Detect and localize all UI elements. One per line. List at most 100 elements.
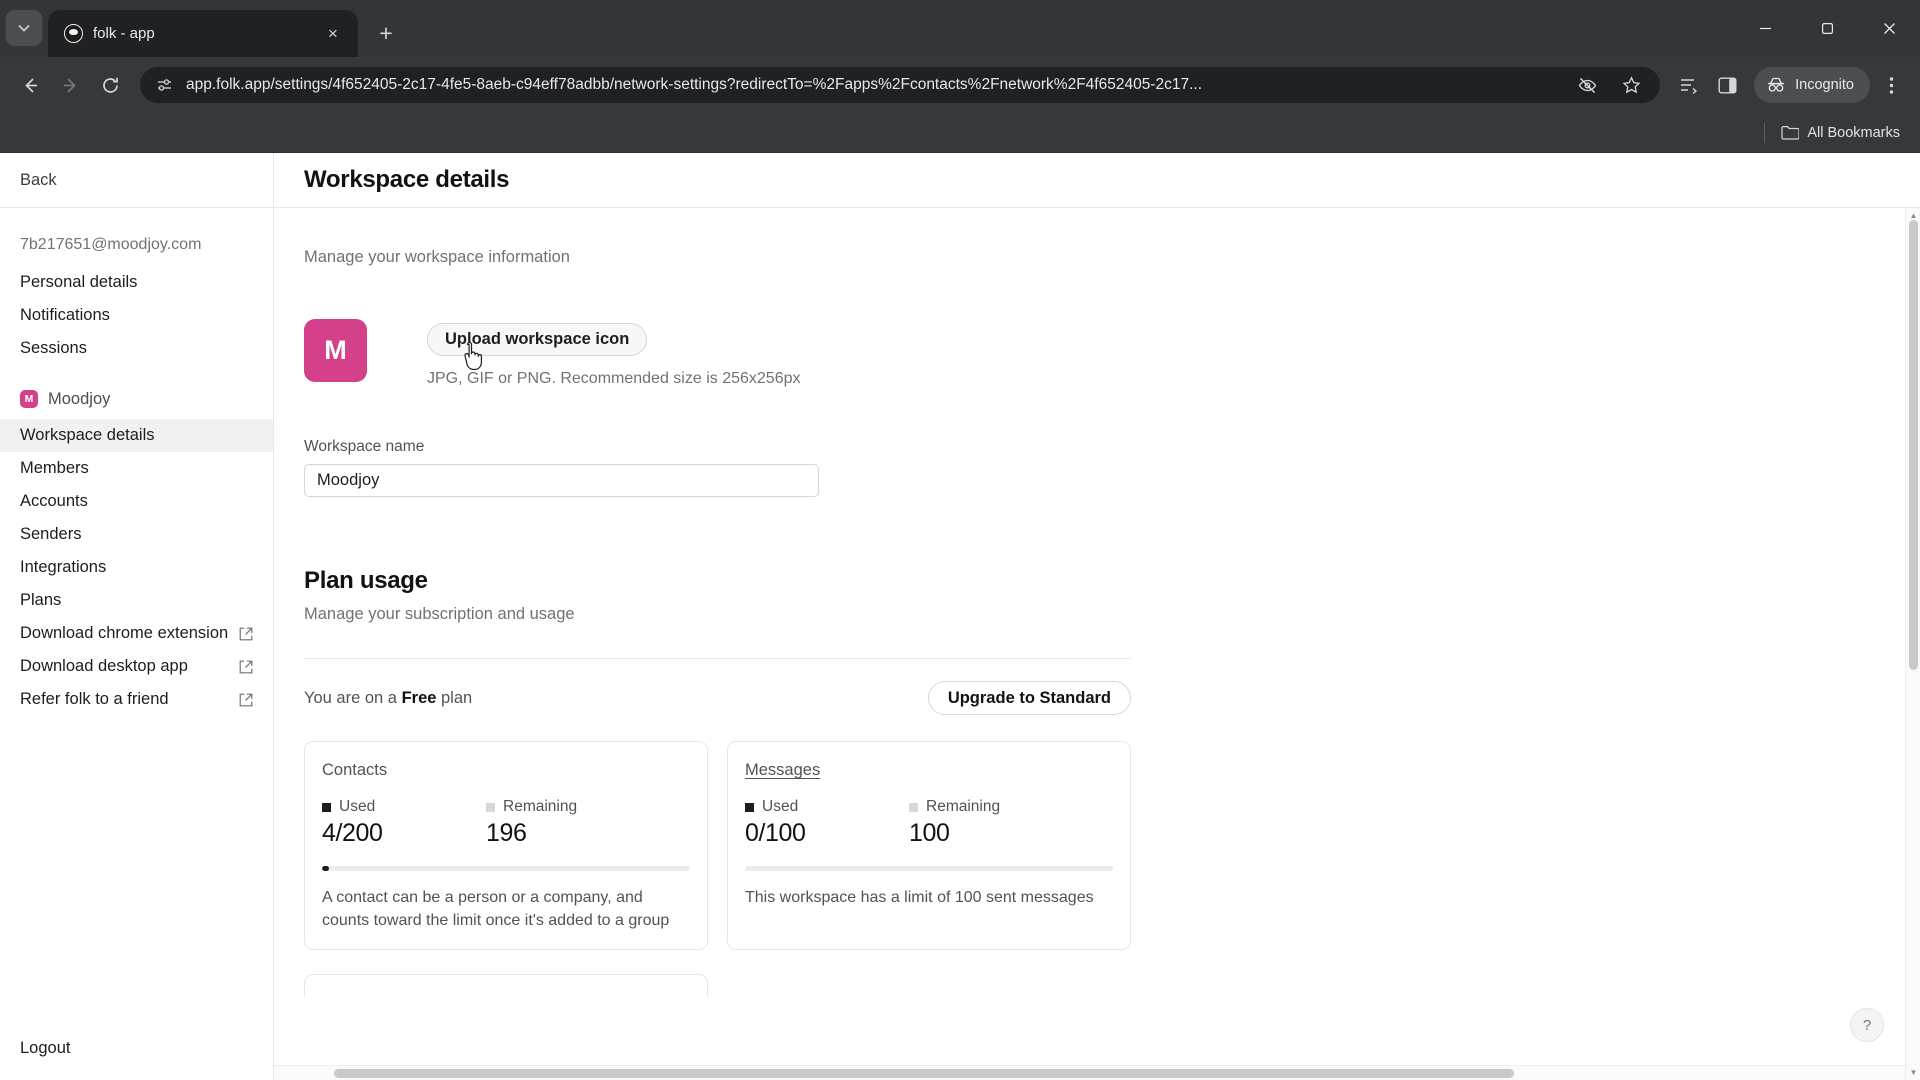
incognito-indicator[interactable]: Incognito [1754,67,1870,103]
workspace-icon-row: M Upload workspace icon JPG, GIF or PNG.… [304,319,1504,388]
usage-progress-fill [322,866,329,871]
sidebar-item-refer-folk-to-a-friend[interactable]: Refer folk to a friend [0,683,273,716]
chrome-menu-button[interactable] [1874,68,1908,102]
main-scroll-area[interactable]: Manage your workspace information M Uplo… [274,208,1920,1080]
account-email: 7b217651@moodjoy.com [0,230,273,266]
close-tab-icon[interactable]: × [320,21,346,47]
sidebar-item-members[interactable]: Members [0,452,273,485]
browser-tab[interactable]: folk - app × [48,10,358,57]
metric-value: 4/200 [322,819,486,848]
workspace-name-input[interactable] [304,464,819,497]
metric-label: Remaining [926,798,1000,816]
horizontal-scrollbar-thumb[interactable] [334,1069,1514,1078]
vertical-scrollbar-thumb[interactable] [1909,220,1918,670]
vertical-scrollbar[interactable]: ▲ ▼ [1905,208,1920,1080]
plan-status-row: You are on a Free plan Upgrade to Standa… [304,681,1131,715]
bookmark-star-icon[interactable] [1614,68,1648,102]
sidebar-item-label: Senders [20,525,81,544]
minimize-button[interactable] [1734,0,1796,57]
back-button[interactable] [12,67,48,103]
new-tab-button[interactable]: + [368,15,404,51]
scroll-down-arrow-icon[interactable]: ▼ [1906,1065,1920,1080]
arrow-left-icon [21,76,40,95]
forward-button[interactable] [52,67,88,103]
workspace-name-label-text: Workspace name [304,438,1504,456]
external-link-icon [239,660,253,674]
sidebar-nav: 7b217651@moodjoy.com Personal details No… [0,208,273,1039]
side-panel-button[interactable] [1710,68,1744,102]
sidebar-item-label: Personal details [20,273,137,292]
sidebar-item-personal-details[interactable]: Personal details [0,266,273,299]
sidebar-item-label: Download chrome extension [20,624,228,643]
sidebar-item-label: Notifications [20,306,110,325]
workspace-avatar-icon: M [20,390,38,408]
close-window-button[interactable] [1858,0,1920,57]
usage-metrics: Used 0/100 Remaining 100 [745,798,1113,848]
upload-hint: JPG, GIF or PNG. Recommended size is 256… [427,370,800,388]
usage-card-messages: Messages Used 0/100 [727,741,1131,950]
upload-workspace-icon-button[interactable]: Upload workspace icon [427,323,647,356]
plan-suffix: plan [436,689,472,707]
account-nav-list: Personal details Notifications Sessions [0,266,273,365]
bookmarks-bar: All Bookmarks [0,113,1920,153]
address-bar[interactable]: app.folk.app/settings/4f652405-2c17-4fe5… [140,67,1660,103]
plan-usage-divider [304,658,1131,659]
tab-strip: folk - app × + [0,0,1920,57]
plan-usage-title: Plan usage [304,567,1504,595]
metric-label: Used [339,798,375,816]
sidebar-item-plans[interactable]: Plans [0,584,273,617]
chevron-down-icon [18,24,30,32]
usage-metrics: Used 4/200 Remaining 196 [322,798,690,848]
metric-value: 0/100 [745,819,909,848]
help-button[interactable]: ? [1850,1008,1884,1042]
sidebar-item-sessions[interactable]: Sessions [0,332,273,365]
maximize-button[interactable] [1796,0,1858,57]
metric-head: Remaining [486,798,650,816]
bookmarks-divider [1764,123,1765,143]
usage-cards: Contacts Used 4/200 [304,741,1504,950]
metric-value: 100 [909,819,1073,848]
extensions-button[interactable] [1672,68,1706,102]
site-settings-icon[interactable] [154,75,174,95]
workspace-name-block: Workspace name [304,438,1504,497]
tune-icon [156,77,173,94]
tracking-protection-icon[interactable] [1570,68,1604,102]
metric-remaining: Remaining 196 [486,798,650,848]
sidebar-item-senders[interactable]: Senders [0,518,273,551]
legend-swatch-remaining-icon [486,803,495,812]
metric-label: Used [762,798,798,816]
sidebar-item-download-chrome-extension[interactable]: Download chrome extension [0,617,273,650]
metric-head: Used [745,798,909,816]
all-bookmarks-button[interactable]: All Bookmarks [1775,125,1906,141]
tab-search-button[interactable] [6,10,42,46]
sidebar-item-integrations[interactable]: Integrations [0,551,273,584]
folder-icon [1781,125,1799,140]
side-panel-icon [1717,75,1738,96]
sidebar-item-download-desktop-app[interactable]: Download desktop app [0,650,273,683]
horizontal-scrollbar[interactable] [274,1065,1905,1080]
sidebar-item-label: Accounts [20,492,88,511]
upgrade-to-standard-button[interactable]: Upgrade to Standard [928,681,1131,715]
sidebar-item-workspace-details[interactable]: Workspace details [0,419,273,452]
back-link[interactable]: Back [20,171,57,190]
sidebar-item-label: Plans [20,591,61,610]
all-bookmarks-label: All Bookmarks [1807,125,1900,141]
main-header: Workspace details [274,153,1920,208]
logout-button[interactable]: Logout [20,1039,70,1057]
workspace-name-label: Moodjoy [48,390,110,409]
browser-toolbar: app.folk.app/settings/4f652405-2c17-4fe5… [0,57,1920,113]
url-text: app.folk.app/settings/4f652405-2c17-4fe5… [186,76,1558,94]
usage-card-title: Contacts [322,761,690,780]
sidebar-header: Back [0,153,273,208]
reload-button[interactable] [92,67,128,103]
plan-usage-subtitle: Manage your subscription and usage [304,605,1504,624]
reading-list-icon [1679,75,1700,96]
usage-card-contacts: Contacts Used 4/200 [304,741,708,950]
metric-remaining: Remaining 100 [909,798,1073,848]
workspace-group-header: M Moodjoy [0,382,273,416]
sidebar-item-accounts[interactable]: Accounts [0,485,273,518]
plan-name: Free [402,689,437,707]
incognito-icon [1766,77,1786,93]
sidebar-item-notifications[interactable]: Notifications [0,299,273,332]
sidebar-item-label: Sessions [20,339,87,358]
